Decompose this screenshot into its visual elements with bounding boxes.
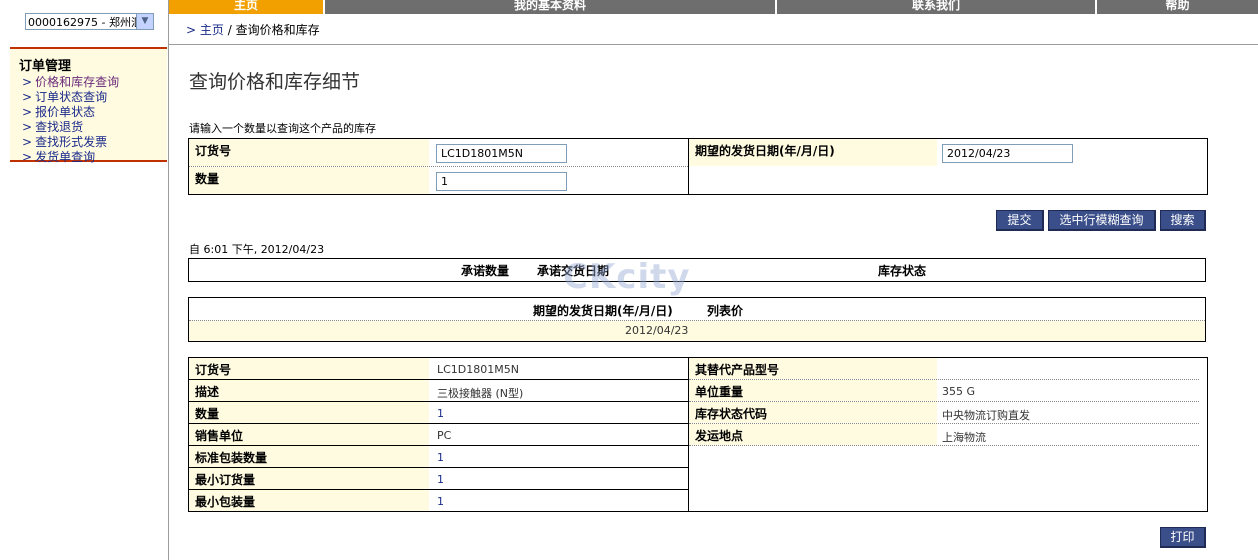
- detail-value: 三极接触器 (N型): [437, 387, 524, 400]
- menu-title: 订单管理: [19, 59, 72, 74]
- sidebar-item-returns[interactable]: > 查找退货: [19, 120, 167, 135]
- col-list-price: 列表价: [707, 304, 744, 318]
- page-title: 查询价格和库存细节: [189, 71, 361, 93]
- sidebar-item-delivery[interactable]: > 发货单查询: [19, 150, 167, 165]
- breadcrumb: > 主页 / 查询价格和库存: [186, 21, 320, 38]
- detail-label: 销售单位: [189, 424, 429, 445]
- breadcrumb-bar: [169, 14, 1258, 45]
- detail-value: 1: [437, 495, 444, 508]
- detail-value: 1: [437, 407, 444, 420]
- tab-help[interactable]: 帮助: [1097, 0, 1258, 14]
- detail-value: PC: [437, 429, 452, 442]
- quantity-label: 数量: [189, 167, 429, 194]
- detail-label: 描述: [189, 380, 429, 401]
- details-table: 订货号 LC1D1801M5N 描述 三极接触器 (N型) 数量 1 销售单位 PC 标准包装数…: [188, 357, 1208, 512]
- col-ship-date: 期望的发货日期(年/月/日): [533, 304, 673, 318]
- fuzzy-search-button[interactable]: 选中行模糊查询: [1048, 210, 1156, 231]
- detail-value: 上海物流: [942, 431, 986, 444]
- search-button[interactable]: 搜索: [1160, 210, 1206, 231]
- tab-profile[interactable]: 我的基本资料: [325, 0, 777, 14]
- col-committed-qty: 承诺数量: [461, 264, 510, 278]
- price-table: 期望的发货日期(年/月/日) 列表价 2012/04/23: [188, 297, 1206, 342]
- detail-value: 1: [437, 451, 444, 464]
- breadcrumb-home[interactable]: > 主页: [186, 23, 224, 37]
- detail-value: 中央物流订购直发: [942, 409, 1030, 422]
- breadcrumb-current: / 查询价格和库存: [227, 23, 320, 37]
- as-of-timestamp: 自 6:01 下午, 2012/04/23: [189, 243, 325, 256]
- chevron-down-icon[interactable]: ▼: [136, 14, 153, 29]
- order-no-input[interactable]: LC1D1801M5N: [436, 144, 567, 163]
- detail-label: 数量: [189, 402, 429, 423]
- ship-date-label: 期望的发货日期(年/月/日): [689, 139, 937, 166]
- print-button[interactable]: 打印: [1160, 527, 1206, 548]
- submit-button[interactable]: 提交: [996, 210, 1044, 231]
- stock-table: 承诺数量 承诺交货日期 库存状态: [188, 258, 1206, 282]
- detail-label: 其替代产品型号: [689, 358, 937, 379]
- quantity-input[interactable]: 1: [436, 172, 567, 191]
- sidebar-item-proforma[interactable]: > 查找形式发票: [19, 135, 167, 150]
- detail-label: 订货号: [189, 358, 429, 379]
- col-stock-status: 库存状态: [878, 264, 927, 278]
- detail-value: 1: [437, 473, 444, 486]
- query-form: 订货号 数量 期望的发货日期(年/月/日) LC1D1801M5N 1 2012…: [188, 138, 1208, 195]
- ship-date-value: 2012/04/23: [625, 324, 689, 337]
- watermark: CKcity: [563, 257, 691, 297]
- detail-label: 库存状态代码: [689, 402, 937, 423]
- sidebar-item-price-stock[interactable]: > 价格和库存查询: [19, 75, 167, 90]
- detail-value: LC1D1801M5N: [437, 363, 519, 376]
- quantity-prompt: 请输入一个数量以查询这个产品的库存: [189, 122, 376, 135]
- detail-label: 标准包装数量: [189, 446, 429, 467]
- detail-label: 发运地点: [689, 424, 937, 445]
- sidebar-item-order-status[interactable]: > 订单状态查询: [19, 90, 167, 105]
- ship-date-input[interactable]: 2012/04/23: [942, 144, 1073, 163]
- order-menu: 订单管理 > 价格和库存查询 > 订单状态查询 > 报价单状态 > 查找退货 > 查找形式…: [10, 47, 167, 165]
- detail-label: 单位重量: [689, 380, 937, 401]
- account-select[interactable]: 0000162975 - 郑州汇i ▼: [25, 13, 154, 30]
- detail-value: 355 G: [942, 385, 976, 398]
- tab-contact[interactable]: 联系我们: [777, 0, 1097, 14]
- detail-label: 最小包装量: [189, 490, 429, 511]
- account-select-value: 0000162975 - 郑州汇i: [28, 16, 146, 29]
- detail-label: 最小订货量: [189, 468, 429, 489]
- top-nav: 主页 我的基本资料 联系我们 帮助: [169, 0, 1258, 14]
- order-no-label: 订货号: [189, 139, 429, 166]
- sidebar-item-quote-status[interactable]: > 报价单状态: [19, 105, 167, 120]
- tab-home[interactable]: 主页: [169, 0, 325, 14]
